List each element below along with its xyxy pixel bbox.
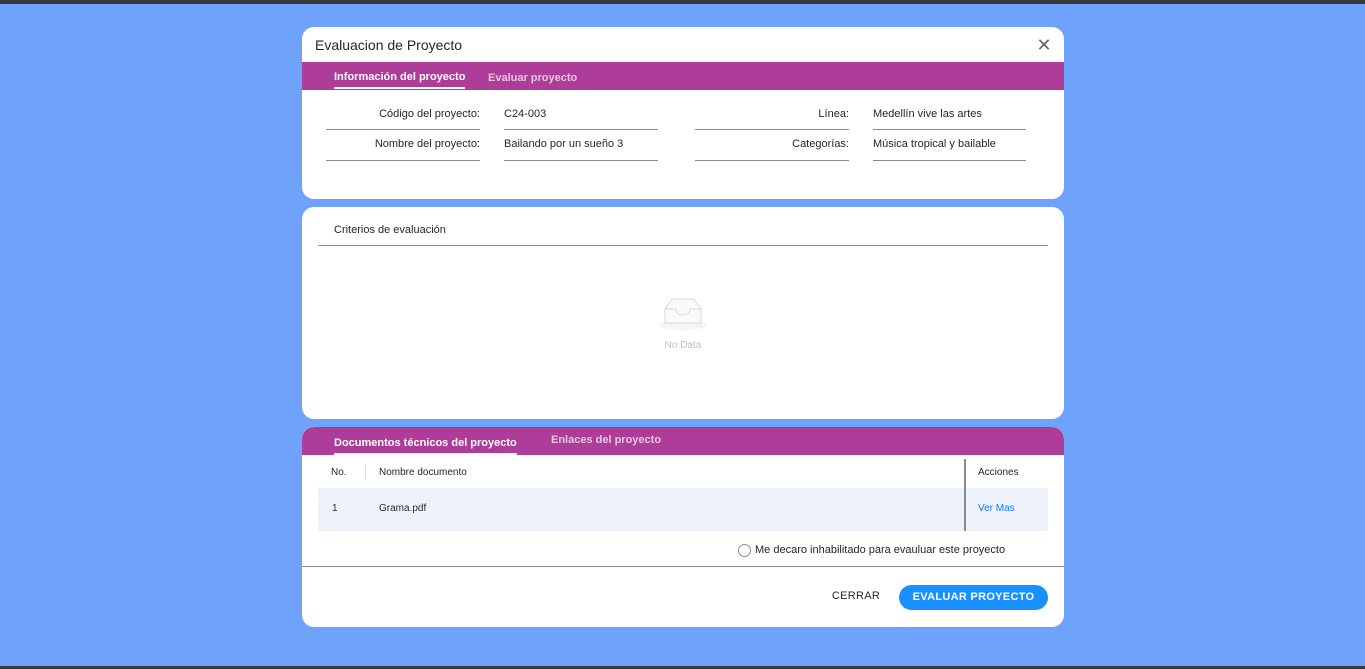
codigo-label: Código del proyecto: xyxy=(379,108,480,120)
empty-state: No Data xyxy=(642,295,724,351)
criterios-title: Criterios de evaluación xyxy=(334,224,446,236)
empty-text: No Data xyxy=(664,340,702,351)
categorias-label: Categorías: xyxy=(792,138,849,150)
ver-mas-link[interactable]: Ver Mas xyxy=(978,503,1015,514)
column-separator xyxy=(964,459,966,531)
linea-label: Línea: xyxy=(818,108,849,120)
row-number: 1 xyxy=(332,503,338,514)
linea-value: Medellín vive las artes xyxy=(873,108,982,120)
empty-inbox-icon xyxy=(658,298,708,330)
evaluar-proyecto-button[interactable]: EVALUAR PROYECTO xyxy=(899,585,1048,610)
documents-card: Documentos técnicos del proyecto Enlaces… xyxy=(302,427,1064,627)
divider xyxy=(695,129,849,130)
cerrar-button[interactable]: CERRAR xyxy=(824,584,888,608)
divider xyxy=(326,129,480,130)
divider xyxy=(326,160,480,161)
divider xyxy=(873,129,1026,130)
declaration-label: Me decaro inhabilitado para evauluar est… xyxy=(755,544,1006,556)
modal-title: Evaluacion de Proyecto xyxy=(315,37,463,53)
tab-enlaces-proyecto[interactable]: Enlaces del proyecto xyxy=(551,434,661,446)
codigo-value: C24-003 xyxy=(504,108,547,120)
column-separator xyxy=(365,463,366,481)
nombre-value: Bailando por un sueño 3 xyxy=(504,138,624,150)
column-header-no: No. xyxy=(331,467,347,478)
divider xyxy=(504,129,658,130)
divider xyxy=(504,160,658,161)
radio-circle-icon[interactable] xyxy=(738,544,751,557)
declaration-radio[interactable]: Me decaro inhabilitado para evauluar est… xyxy=(738,544,1005,557)
categorias-value: Música tropical y bailable xyxy=(873,138,996,150)
close-icon[interactable]: ✕ xyxy=(1036,36,1052,54)
table-row xyxy=(318,488,1048,531)
criterios-card: Criterios de evaluación No Data xyxy=(302,207,1064,419)
divider xyxy=(695,160,849,161)
divider xyxy=(873,160,1026,161)
divider xyxy=(302,566,1064,567)
project-info-card: Evaluacion de Proyecto ✕ Información del… xyxy=(302,27,1064,199)
window-top-bar xyxy=(0,0,1365,4)
info-tab-bar: Información del proyecto Evaluar proyect… xyxy=(302,62,1064,90)
row-document-name: Grama.pdf xyxy=(379,503,427,514)
documents-tab-bar: Documentos técnicos del proyecto Enlaces… xyxy=(302,427,1064,455)
tab-informacion-proyecto[interactable]: Información del proyecto xyxy=(334,71,466,89)
tab-evaluar-proyecto[interactable]: Evaluar proyecto xyxy=(488,72,577,84)
column-header-acciones: Acciones xyxy=(978,467,1019,478)
column-header-nombre: Nombre documento xyxy=(379,467,467,478)
divider xyxy=(318,245,1048,246)
tab-documentos-tecnicos[interactable]: Documentos técnicos del proyecto xyxy=(334,437,517,455)
nombre-label: Nombre del proyecto: xyxy=(374,138,480,150)
